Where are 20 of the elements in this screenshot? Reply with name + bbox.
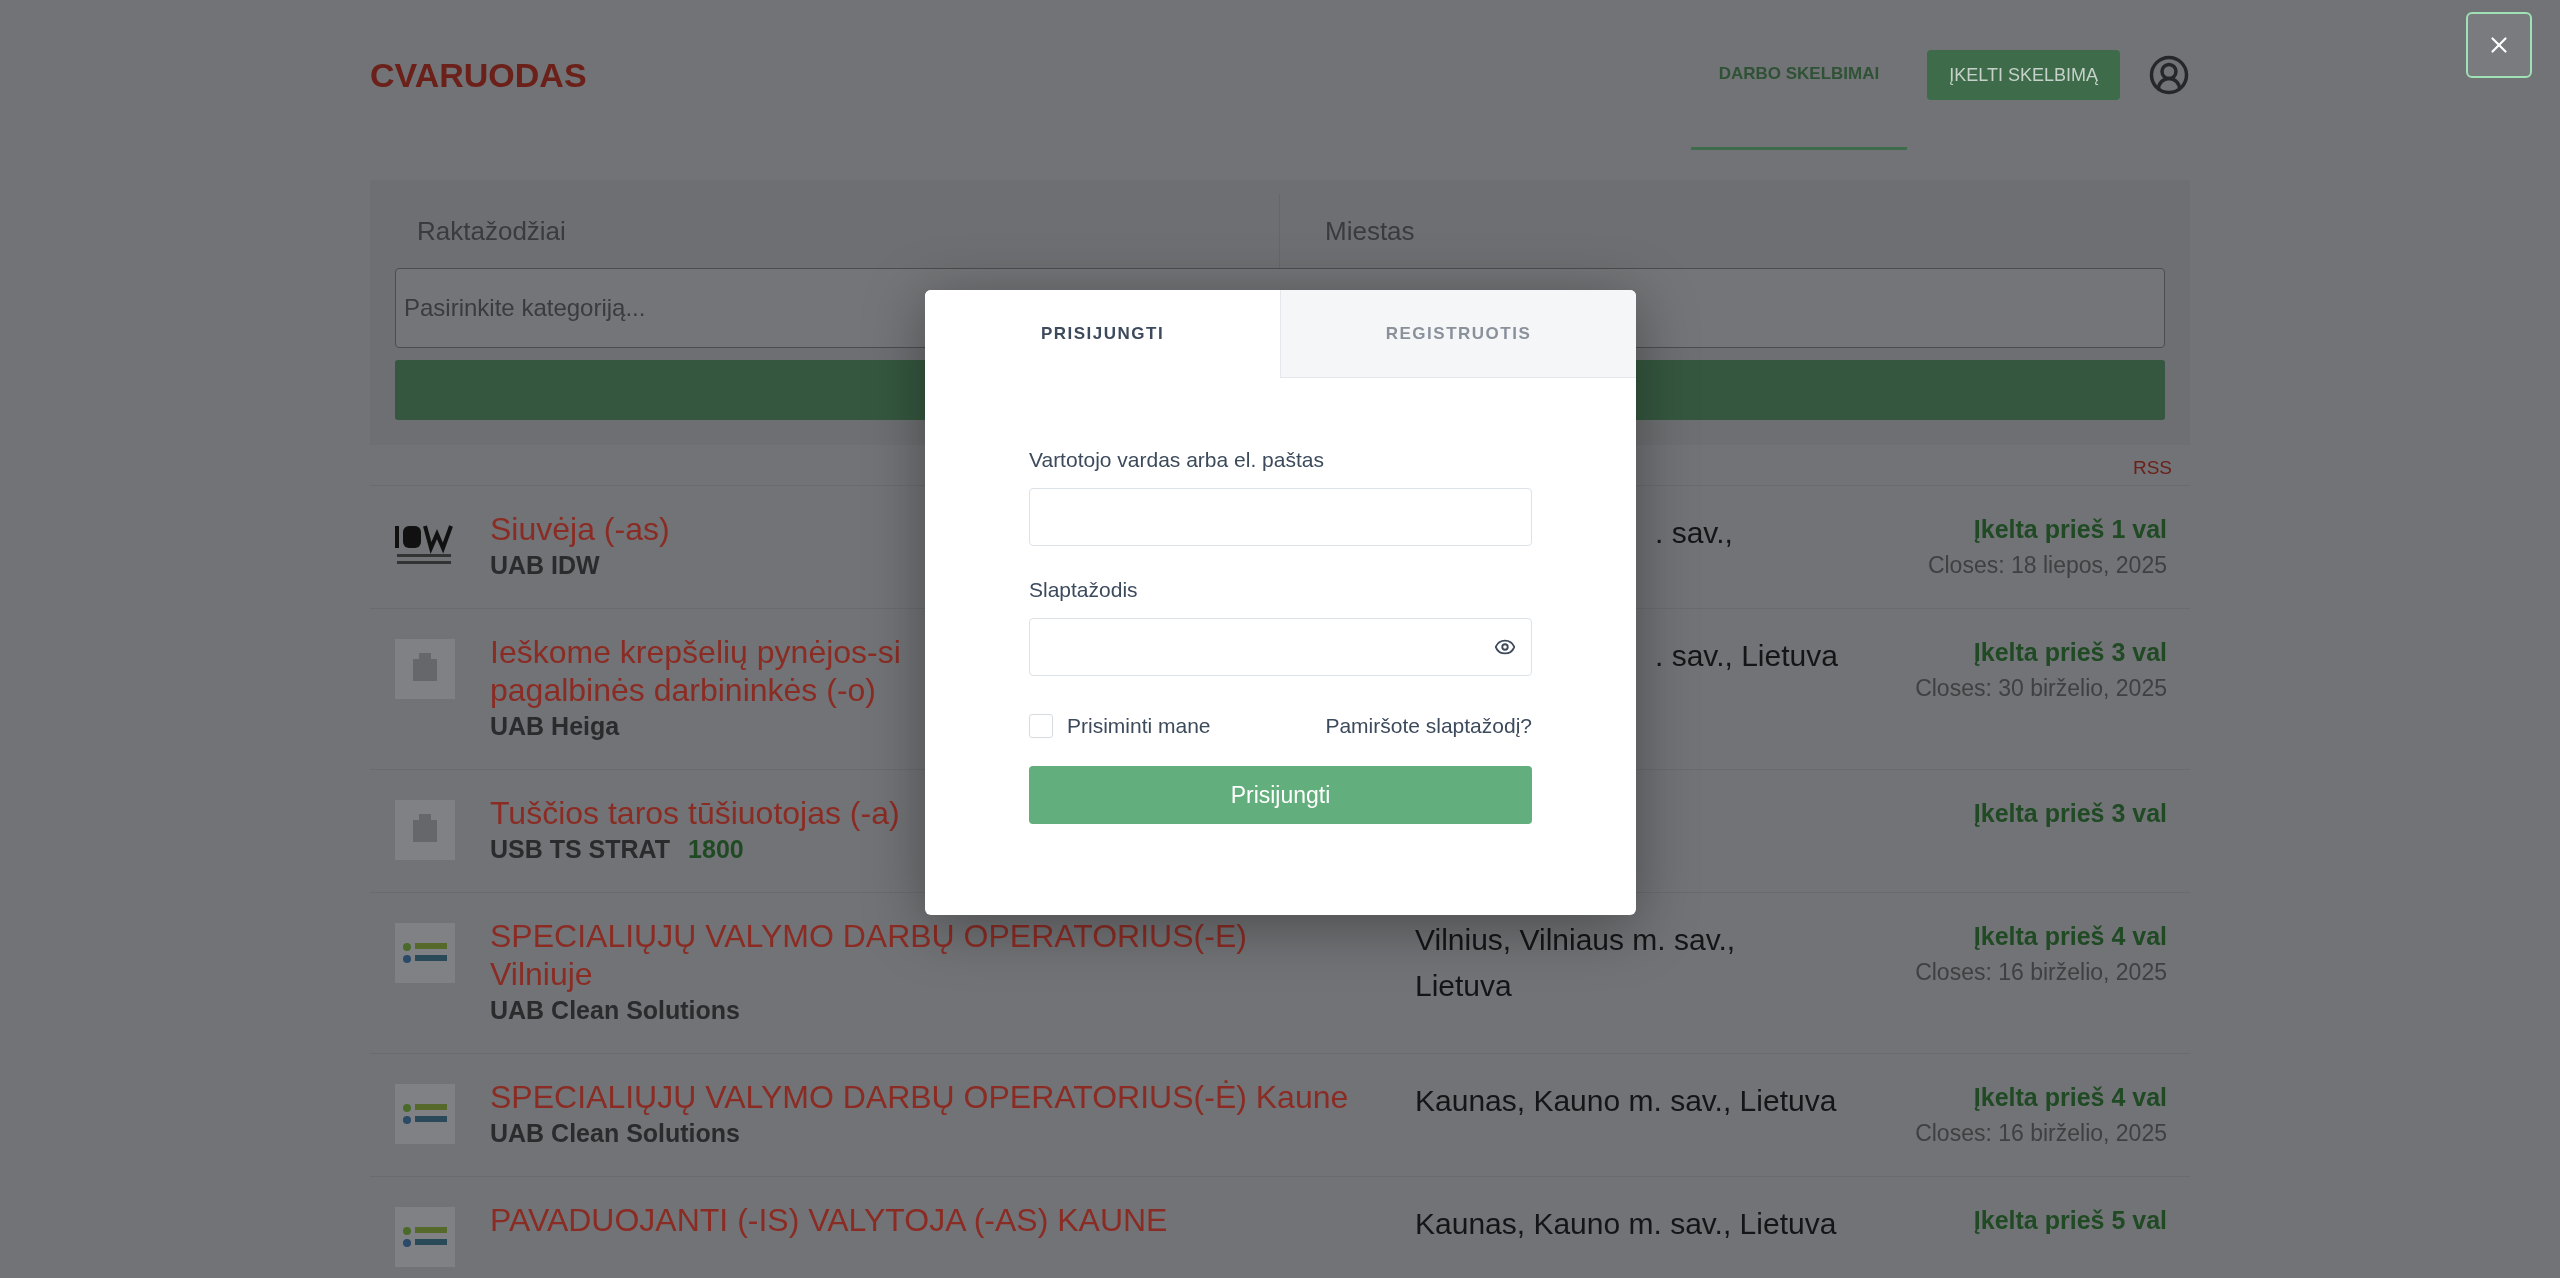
company-name: USB TS STRAT xyxy=(490,834,671,865)
company-name: UAB Heiga xyxy=(490,711,620,742)
company-name: UAB Clean Solutions xyxy=(490,995,740,1026)
posted-time: Įkelta prieš 1 val xyxy=(1973,514,2167,545)
job-location: Kaunas, Kauno m. sav., Lietuva xyxy=(1415,1084,1837,1117)
job-location: Lietuva xyxy=(1415,969,1512,1002)
posted-time: Įkelta prieš 4 val xyxy=(1973,1082,2167,1113)
company-name: UAB Clean Solutions xyxy=(490,1118,740,1149)
username-label: Vartotojo vardas arba el. paštas xyxy=(1029,448,1325,472)
salary: 1800 xyxy=(688,835,744,864)
posted-time: Įkelta prieš 4 val xyxy=(1973,921,2167,952)
company-name: UAB IDW xyxy=(490,550,600,581)
password-label: Slaptažodis xyxy=(1029,578,1139,602)
posted-time: Įkelta prieš 5 val xyxy=(1973,1205,2167,1236)
job-location: Kaunas, Kauno m. sav., Lietuva xyxy=(1415,1207,1837,1240)
job-location: . sav., Lietuva xyxy=(1655,639,1838,672)
job-location: Vilnius, Vilniaus m. sav., xyxy=(1415,923,1736,956)
posted-time: Įkelta prieš 3 val xyxy=(1973,637,2167,668)
posted-time: Įkelta prieš 3 val xyxy=(1973,798,2167,829)
job-location: . sav., xyxy=(1655,516,1733,549)
